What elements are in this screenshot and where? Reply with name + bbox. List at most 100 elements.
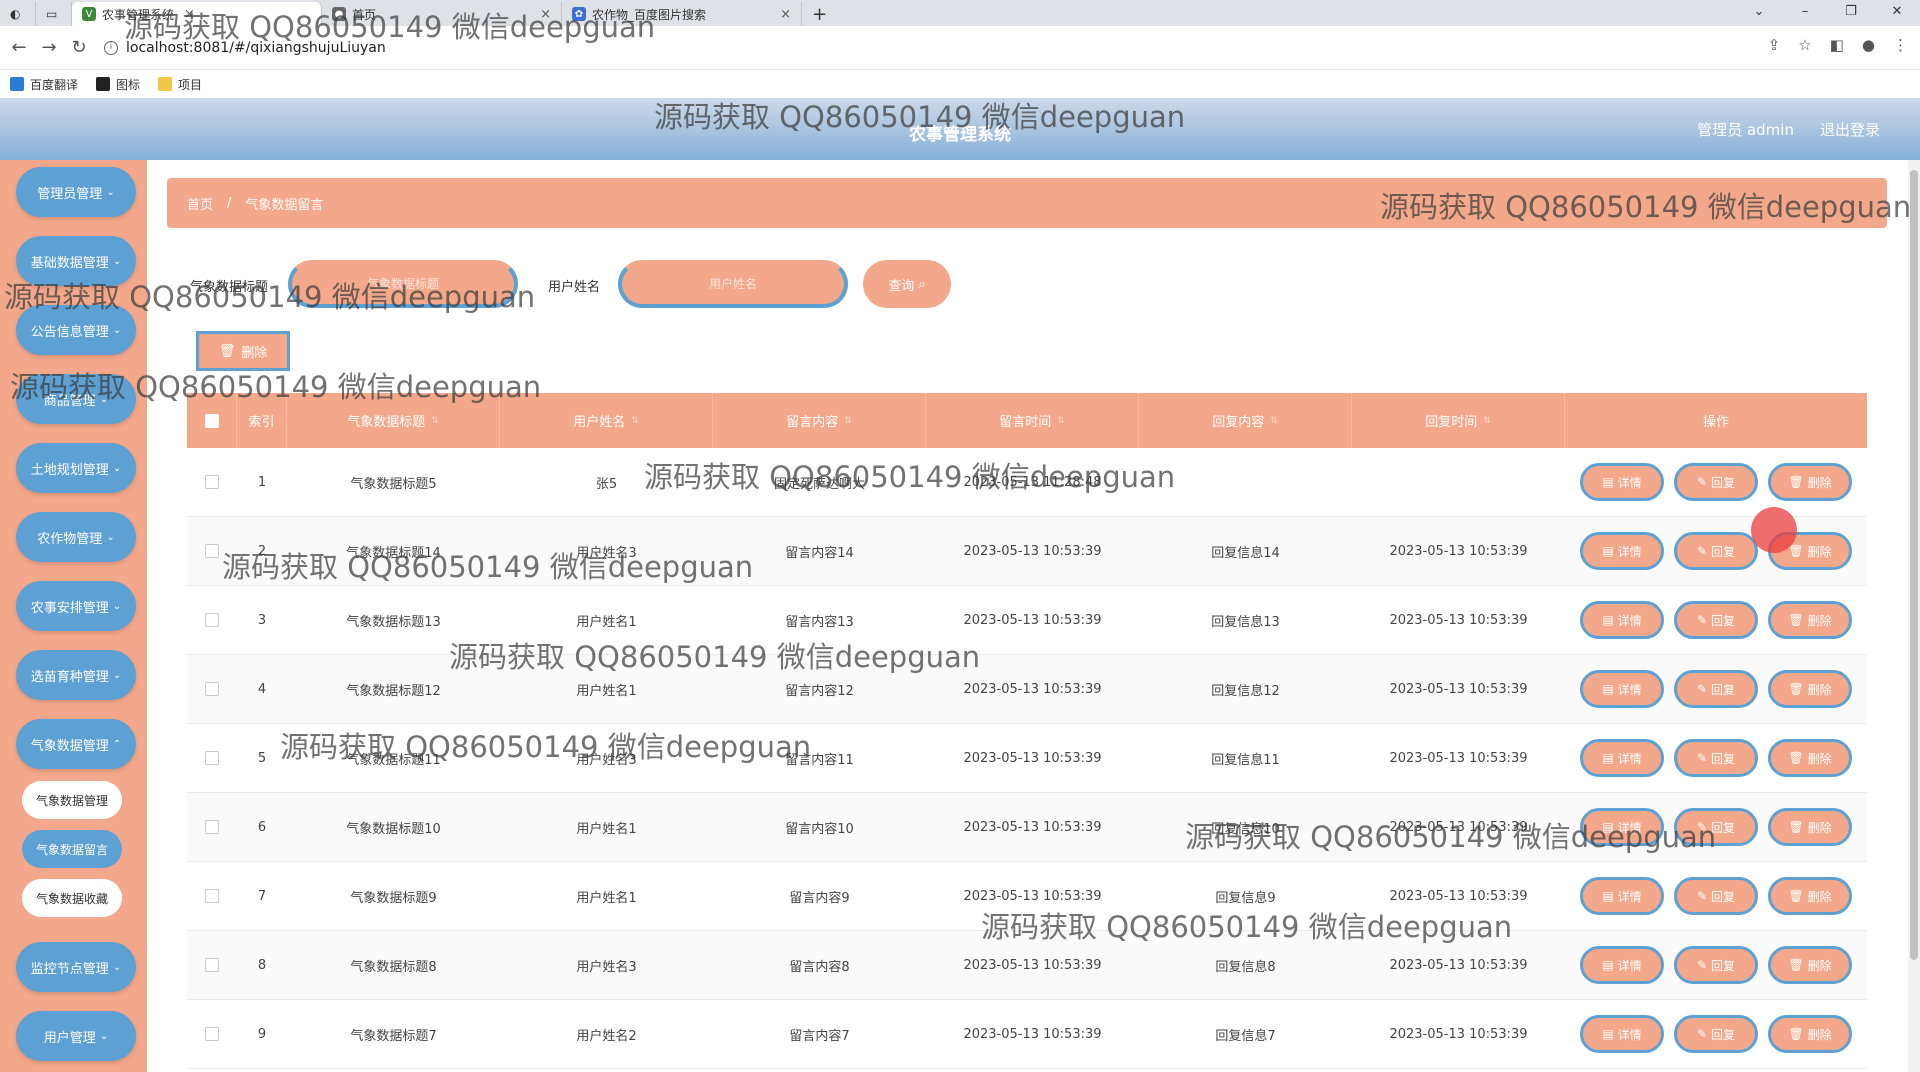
browser-tab-2[interactable]: ● 首页 × — [322, 2, 562, 26]
forward-icon[interactable]: → — [34, 37, 64, 58]
sidebar-item-land[interactable]: 土地规划管理 ⌄ — [16, 443, 136, 493]
delete-button[interactable]: 🗑 删除 — [1768, 1015, 1852, 1053]
delete-button[interactable]: 🗑 删除 — [1768, 946, 1852, 984]
reply-button[interactable]: ✎ 回复 — [1674, 946, 1758, 984]
side-panel-icon[interactable]: ◧ — [1830, 36, 1844, 54]
tab-search-icon[interactable]: ⌄ — [1736, 0, 1782, 24]
sidebar-subitem-weather-favorite[interactable]: 气象数据收藏 — [22, 879, 122, 917]
browser-tab-3[interactable]: ✿ 农作物_百度图片搜索 × — [562, 2, 802, 26]
sort-icon[interactable]: ⇅ — [1483, 416, 1491, 426]
col-header-username[interactable]: 用户姓名 ⇅ — [500, 393, 713, 448]
query-button[interactable]: 查询 ⌕ — [863, 260, 951, 308]
sidebar-item-goods[interactable]: 商品管理 ⌄ — [16, 374, 136, 424]
close-icon[interactable]: × — [780, 7, 791, 22]
delete-button[interactable]: 🗑 删除 — [1768, 463, 1852, 501]
col-header-reply[interactable]: 回复内容 ⇅ — [1139, 393, 1352, 448]
detail-button[interactable]: ▤ 详情 — [1580, 946, 1664, 984]
detail-button[interactable]: ▤ 详情 — [1580, 877, 1664, 915]
row-checkbox[interactable] — [205, 751, 219, 765]
reload-icon[interactable]: ↻ — [64, 37, 94, 58]
sort-icon[interactable]: ⇅ — [1270, 416, 1278, 426]
reply-button[interactable]: ✎ 回复 — [1674, 877, 1758, 915]
sidebar-item-crops[interactable]: 农作物管理 ⌄ — [16, 512, 136, 562]
row-checkbox[interactable] — [205, 820, 219, 834]
new-tab-button[interactable]: + — [802, 2, 837, 26]
row-checkbox[interactable] — [205, 613, 219, 627]
sidebar-item-seedling[interactable]: 选苗育种管理 ⌄ — [16, 650, 136, 700]
user-search-input[interactable] — [618, 260, 848, 308]
sort-icon[interactable]: ⇅ — [844, 416, 852, 426]
minimize-icon[interactable]: – — [1782, 0, 1828, 24]
sidebar-item-weather[interactable]: 气象数据管理 ⌃ — [16, 719, 136, 769]
row-checkbox[interactable] — [205, 958, 219, 972]
select-all-checkbox[interactable] — [204, 413, 219, 428]
bookmark-item[interactable]: 图标 — [96, 76, 140, 93]
scrollbar-thumb[interactable] — [1910, 170, 1918, 960]
info-icon[interactable]: i — [104, 40, 118, 55]
delete-button[interactable]: 🗑 删除 — [1768, 739, 1852, 777]
close-icon[interactable]: × — [184, 7, 195, 22]
bookmark-item[interactable]: 项目 — [158, 76, 202, 93]
row-checkbox[interactable] — [205, 682, 219, 696]
profile-icon[interactable]: ● — [1862, 36, 1875, 54]
reply-button[interactable]: ✎ 回复 — [1674, 808, 1758, 846]
detail-button[interactable]: ▤ 详情 — [1580, 463, 1664, 501]
delete-button[interactable]: 🗑 删除 — [1768, 670, 1852, 708]
sort-icon[interactable]: ⇅ — [1057, 416, 1065, 426]
delete-button[interactable]: 🗑 删除 — [1768, 601, 1852, 639]
url-field[interactable]: i localhost:8081/#/qixiangshujuLiuyan — [104, 40, 386, 56]
detail-button[interactable]: ▤ 详情 — [1580, 739, 1664, 777]
col-header-content[interactable]: 留言内容 ⇅ — [713, 393, 926, 448]
browser-tab-1[interactable]: V 农事管理系统 × — [72, 2, 322, 26]
page-scrollbar[interactable] — [1908, 160, 1920, 1072]
restore-icon[interactable]: ❐ — [1828, 0, 1874, 24]
sidebar-item-admin[interactable]: 管理员管理 ⌄ — [16, 167, 136, 217]
sidebar-subitem-weather-message[interactable]: 气象数据留言 — [22, 830, 122, 868]
sidebar-item-users[interactable]: 用户管理 ⌄ — [16, 1011, 136, 1061]
breadcrumb-home[interactable]: 首页 — [187, 194, 213, 213]
logout-link[interactable]: 退出登录 — [1820, 119, 1880, 140]
more-menu-icon[interactable]: ⋮ — [1893, 36, 1908, 54]
sidebar-item-basic-data[interactable]: 基础数据管理 ⌄ — [16, 236, 136, 286]
detail-button[interactable]: ▤ 详情 — [1580, 601, 1664, 639]
sidebar-item-notice[interactable]: 公告信息管理 ⌄ — [16, 305, 136, 355]
col-header-index[interactable]: 索引 — [237, 393, 287, 448]
browser-menu-icon[interactable]: ◐ — [0, 2, 36, 26]
row-checkbox[interactable] — [205, 889, 219, 903]
sidebar-subitem-weather-data[interactable]: 气象数据管理 — [22, 781, 122, 819]
col-header-title[interactable]: 气象数据标题 ⇅ — [287, 393, 500, 448]
sidebar-item-monitor[interactable]: 监控节点管理 ⌄ — [16, 942, 136, 992]
close-window-icon[interactable]: ✕ — [1874, 0, 1920, 24]
delete-button[interactable]: 🗑 删除 — [1768, 808, 1852, 846]
reply-button[interactable]: ✎ 回复 — [1674, 532, 1758, 570]
detail-button[interactable]: ▤ 详情 — [1580, 532, 1664, 570]
row-checkbox[interactable] — [205, 544, 219, 558]
row-checkbox[interactable] — [205, 1027, 219, 1041]
col-header-time[interactable]: 留言时间 ⇅ — [926, 393, 1139, 448]
reply-button[interactable]: ✎ 回复 — [1674, 463, 1758, 501]
detail-button[interactable]: ▤ 详情 — [1580, 808, 1664, 846]
sidebar-item-farm-schedule[interactable]: 农事安排管理 ⌄ — [16, 581, 136, 631]
sort-icon[interactable]: ⇅ — [631, 416, 639, 426]
detail-button[interactable]: ▤ 详情 — [1580, 1015, 1664, 1053]
folder-icon — [158, 77, 173, 91]
reply-button[interactable]: ✎ 回复 — [1674, 670, 1758, 708]
reply-button[interactable]: ✎ 回复 — [1674, 739, 1758, 777]
detail-button[interactable]: ▤ 详情 — [1580, 670, 1664, 708]
batch-delete-button[interactable]: 🗑 删除 — [196, 331, 290, 371]
col-header-reply-time[interactable]: 回复时间 ⇅ — [1352, 393, 1565, 448]
browser-tab-blank[interactable]: ▭ — [36, 2, 72, 26]
cell-reply — [1139, 448, 1352, 516]
reply-button[interactable]: ✎ 回复 — [1674, 601, 1758, 639]
share-icon[interactable]: ⇪ — [1768, 36, 1781, 54]
title-search-input[interactable] — [288, 260, 518, 308]
vue-favicon-icon: V — [82, 7, 96, 21]
row-checkbox[interactable] — [205, 475, 219, 489]
sort-icon[interactable]: ⇅ — [431, 416, 439, 426]
back-icon[interactable]: ← — [4, 37, 34, 58]
bookmark-item[interactable]: 百度翻译 — [10, 76, 78, 93]
reply-button[interactable]: ✎ 回复 — [1674, 1015, 1758, 1053]
bookmark-star-icon[interactable]: ☆ — [1798, 36, 1811, 54]
close-icon[interactable]: × — [540, 7, 551, 22]
delete-button[interactable]: 🗑 删除 — [1768, 877, 1852, 915]
